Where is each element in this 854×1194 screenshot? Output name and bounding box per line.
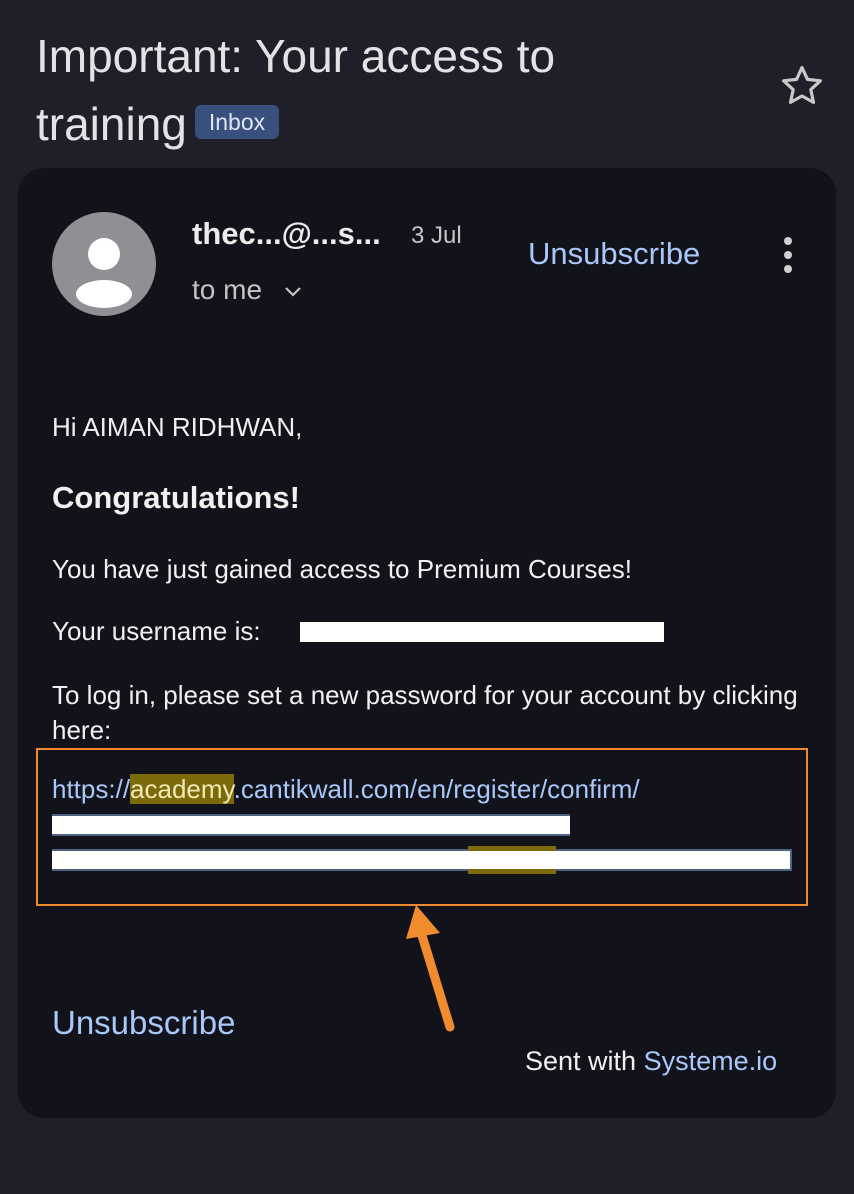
sender-name[interactable]: thec...@...s... xyxy=(192,216,381,252)
chevron-down-icon xyxy=(285,286,301,297)
sent-with-label: Sent with xyxy=(525,1046,637,1076)
more-vert-icon[interactable] xyxy=(780,236,796,276)
message-date: 3 Jul xyxy=(411,222,462,249)
login-instruction: To log in, please set a new password for… xyxy=(52,680,798,745)
unsubscribe-link[interactable]: Unsubscribe xyxy=(52,1004,235,1042)
greeting-text: Hi AIMAN RIDHWAN, xyxy=(52,412,303,442)
annotation-arrow-icon xyxy=(406,905,455,1032)
person-icon xyxy=(76,238,132,308)
email-card: thec...@...s... 3 Jul to me Unsubscribe … xyxy=(18,168,836,1118)
subject-line-1: Important: Your access to xyxy=(36,30,556,82)
headline-text: Congratulations! xyxy=(52,480,300,515)
unsubscribe-button[interactable]: Unsubscribe xyxy=(528,236,700,272)
systeme-link[interactable]: Systeme.io xyxy=(644,1046,778,1076)
inbox-label-badge[interactable]: Inbox xyxy=(194,104,280,139)
redaction-bar xyxy=(300,622,664,642)
star-icon[interactable] xyxy=(778,62,826,110)
recipient-toggle[interactable]: to me xyxy=(192,274,302,306)
username-label: Your username is: xyxy=(52,616,261,646)
access-text: You have just gained access to Premium C… xyxy=(52,554,633,584)
subject-line-2: training Inbox xyxy=(36,90,736,158)
recipient-label: to me xyxy=(192,274,263,305)
avatar[interactable] xyxy=(52,212,156,316)
subject-line-2-text: training xyxy=(36,98,187,150)
annotation-highlight-box xyxy=(36,748,808,906)
email-subject: Important: Your access to training Inbox xyxy=(36,22,736,158)
sent-with-footer: Sent with Systeme.io xyxy=(525,1046,777,1077)
